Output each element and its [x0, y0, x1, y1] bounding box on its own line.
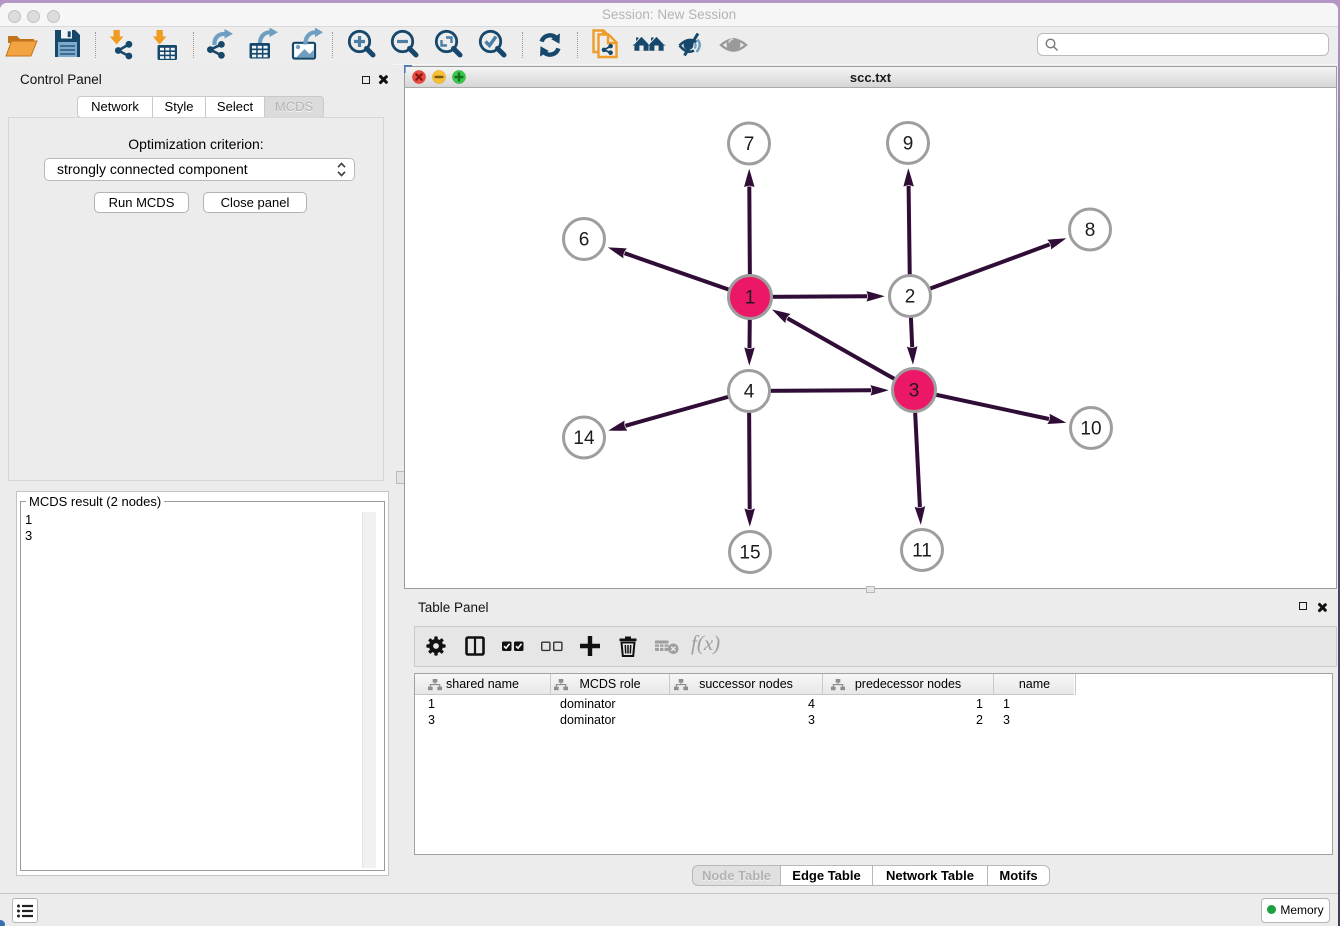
svg-text:3: 3 — [909, 381, 920, 402]
svg-text:15: 15 — [739, 543, 760, 564]
svg-text:8: 8 — [1085, 220, 1096, 241]
svg-text:7: 7 — [744, 134, 755, 155]
svg-text:14: 14 — [573, 428, 595, 449]
svg-text:2: 2 — [905, 287, 916, 308]
svg-text:10: 10 — [1080, 419, 1101, 440]
svg-text:1: 1 — [745, 288, 756, 309]
svg-text:11: 11 — [912, 541, 932, 562]
svg-text:9: 9 — [903, 134, 914, 155]
svg-text:6: 6 — [579, 230, 590, 251]
svg-text:4: 4 — [744, 382, 755, 403]
